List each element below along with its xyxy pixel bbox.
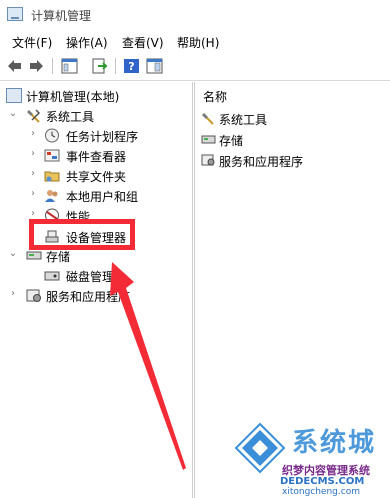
tree-label: 任务计划程序 <box>66 130 139 144</box>
tree-label: 服务和应用程序 <box>46 290 131 304</box>
chevron-right-icon[interactable]: › <box>28 208 38 219</box>
services-icon <box>26 288 42 303</box>
chevron-right-icon[interactable]: › <box>28 128 38 139</box>
event-viewer-icon <box>44 148 60 163</box>
toolbar: ? <box>0 52 390 81</box>
tools-icon <box>26 108 42 123</box>
show-tree-icon[interactable] <box>60 57 79 75</box>
export-list-icon[interactable] <box>90 57 109 75</box>
back-icon[interactable] <box>5 57 24 75</box>
computer-management-icon <box>6 88 22 103</box>
list-item-label: 系统工具 <box>219 113 268 127</box>
menu-action[interactable]: 操作(A) <box>66 34 108 51</box>
tree-item-task-scheduler[interactable]: › 任务计划程序 <box>4 126 192 146</box>
watermark-url: DEDECMS.COM <box>280 476 365 487</box>
tree-item-shared-folders[interactable]: › 共享文件夹 <box>4 166 192 186</box>
clock-icon <box>44 128 60 143</box>
navigation-tree: 计算机管理(本地) ⌄ 系统工具 › 任务计划程序 › 事件查看器 › 共享文件… <box>0 82 193 498</box>
storage-icon <box>26 248 42 263</box>
tree-label: 共享文件夹 <box>66 170 127 184</box>
tools-icon <box>201 111 216 125</box>
tree-label: 计算机管理(本地) <box>26 90 120 104</box>
tree-item-system-tools[interactable]: ⌄ 系统工具 <box>4 106 192 126</box>
properties-icon[interactable] <box>145 57 164 75</box>
tree-item-event-viewer[interactable]: › 事件查看器 <box>4 146 192 166</box>
computer-management-icon <box>7 7 23 21</box>
tree-item-disk-management[interactable]: 磁盘管理 <box>4 266 192 286</box>
menu-view[interactable]: 查看(V) <box>122 34 164 51</box>
shared-folder-icon <box>44 168 60 183</box>
title-bar: 计算机管理 <box>0 0 390 30</box>
chevron-right-icon[interactable]: › <box>28 188 38 199</box>
tree-label: 事件查看器 <box>66 150 127 164</box>
chevron-right-icon[interactable]: › <box>28 168 38 179</box>
watermark-url: xitongcheng.com <box>282 487 360 497</box>
help-icon[interactable]: ? <box>122 57 141 75</box>
chevron-right-icon[interactable]: › <box>28 148 38 159</box>
tree-item-local-users[interactable]: › 本地用户和组 <box>4 186 192 206</box>
chevron-right-icon[interactable]: › <box>8 288 18 299</box>
watermark-brand: 系统城 <box>292 428 377 458</box>
tree-label: 系统工具 <box>46 110 95 124</box>
column-header-name[interactable]: 名称 <box>203 88 227 105</box>
services-icon <box>201 153 216 167</box>
toolbar-separator <box>115 58 116 74</box>
disk-management-icon <box>44 268 60 283</box>
window-title: 计算机管理 <box>31 9 92 23</box>
menu-file[interactable]: 文件(F) <box>12 34 52 51</box>
menu-bar: 文件(F) 操作(A) 查看(V) 帮助(H) <box>0 30 390 52</box>
list-item-label: 服务和应用程序 <box>219 155 304 169</box>
chevron-down-icon[interactable]: ⌄ <box>8 248 18 259</box>
tree-item-services-applications[interactable]: › 服务和应用程序 <box>4 286 192 306</box>
users-icon <box>44 188 60 203</box>
tree-label: 磁盘管理 <box>66 270 115 284</box>
storage-icon <box>201 132 216 146</box>
tree-item-computer-management[interactable]: 计算机管理(本地) <box>4 86 192 106</box>
watermark-logo <box>234 422 286 474</box>
svg-text:?: ? <box>128 60 134 73</box>
tree-label: 存储 <box>46 250 71 264</box>
toolbar-separator <box>52 58 53 74</box>
chevron-down-icon[interactable]: ⌄ <box>8 108 18 119</box>
highlight-box <box>29 219 135 250</box>
list-item-label: 存储 <box>219 134 244 148</box>
forward-icon[interactable] <box>27 57 46 75</box>
tree-label: 本地用户和组 <box>66 190 139 204</box>
menu-help[interactable]: 帮助(H) <box>177 34 219 51</box>
